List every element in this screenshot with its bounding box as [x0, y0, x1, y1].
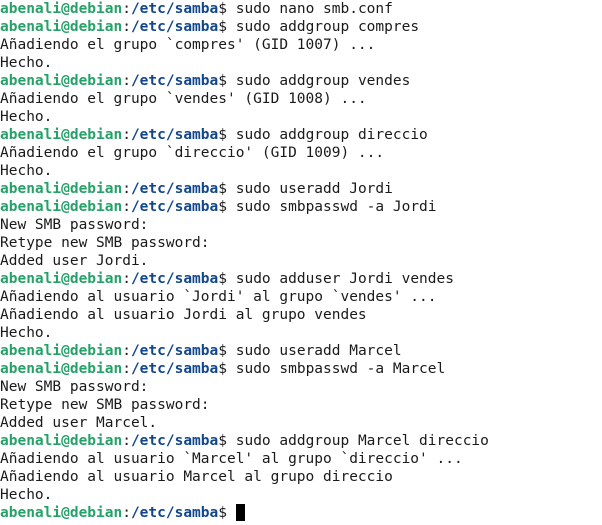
output-line: Hecho. [0, 55, 53, 71]
prompt-separator: : [122, 19, 131, 35]
prompt-dollar: $ [218, 19, 236, 35]
prompt-line: abenali@debian:/etc/samba$ sudo smbpassw… [0, 198, 602, 216]
prompt-user-host: abenali@debian [0, 343, 123, 359]
prompt-dollar: $ [218, 433, 236, 449]
prompt-line: abenali@debian:/etc/samba$ sudo adduser … [0, 270, 602, 288]
cursor-block[interactable] [235, 504, 245, 521]
command-text: sudo smbpasswd -a Jordi [235, 199, 437, 215]
prompt-separator: : [122, 361, 131, 377]
prompt-path: /etc/samba [130, 505, 219, 521]
command-text: sudo adduser Jordi vendes [235, 271, 454, 287]
prompt-line: abenali@debian:/etc/samba$ sudo addgroup… [0, 18, 602, 36]
output-line: Added user Jordi. [0, 253, 149, 269]
prompt-user-host: abenali@debian [0, 361, 123, 377]
output-line: Añadiendo al usuario `Marcel' al grupo `… [0, 451, 463, 467]
output-line: Hecho. [0, 325, 53, 341]
prompt-line: abenali@debian:/etc/samba$ sudo smbpassw… [0, 360, 602, 378]
prompt-dollar: $ [218, 361, 236, 377]
prompt-dollar: $ [218, 343, 236, 359]
prompt-dollar: $ [218, 271, 236, 287]
output-line: Añadiendo al usuario Marcel al grupo dir… [0, 469, 393, 485]
prompt-path: /etc/samba [130, 19, 219, 35]
prompt-path: /etc/samba [130, 127, 219, 143]
prompt-user-host: abenali@debian [0, 1, 123, 17]
prompt-line: abenali@debian:/etc/samba$ sudo addgroup… [0, 126, 602, 144]
prompt-line: abenali@debian:/etc/samba$ sudo addgroup… [0, 432, 602, 450]
prompt-separator: : [122, 343, 131, 359]
prompt-path: /etc/samba [130, 199, 219, 215]
prompt-user-host: abenali@debian [0, 271, 123, 287]
prompt-path: /etc/samba [130, 271, 219, 287]
prompt-dollar: $ [218, 199, 236, 215]
prompt-line: abenali@debian:/etc/samba$ [0, 504, 602, 522]
command-text: sudo addgroup Marcel direccio [235, 433, 489, 449]
prompt-path: /etc/samba [130, 433, 219, 449]
terminal-window[interactable]: abenali@debian:/etc/samba$ sudo nano smb… [0, 0, 602, 525]
output-line: Añadiendo al usuario Jordi al grupo vend… [0, 307, 367, 323]
command-text: sudo addgroup direccio [235, 127, 428, 143]
output-line: Añadiendo el grupo `vendes' (GID 1008) .… [0, 91, 367, 107]
prompt-dollar: $ [218, 73, 236, 89]
prompt-line: abenali@debian:/etc/samba$ sudo addgroup… [0, 72, 602, 90]
prompt-user-host: abenali@debian [0, 505, 123, 521]
prompt-separator: : [122, 127, 131, 143]
output-line: Añadiendo el grupo `compres' (GID 1007) … [0, 37, 376, 53]
prompt-path: /etc/samba [130, 343, 219, 359]
output-line: Añadiendo el grupo `direccio' (GID 1009)… [0, 145, 385, 161]
prompt-separator: : [122, 271, 131, 287]
prompt-line: abenali@debian:/etc/samba$ sudo nano smb… [0, 0, 602, 18]
prompt-separator: : [122, 433, 131, 449]
prompt-user-host: abenali@debian [0, 127, 123, 143]
output-line: Retype new SMB password: [0, 397, 210, 413]
output-line: Hecho. [0, 109, 53, 125]
prompt-path: /etc/samba [130, 361, 219, 377]
prompt-separator: : [122, 505, 131, 521]
prompt-line: abenali@debian:/etc/samba$ sudo useradd … [0, 342, 602, 360]
prompt-path: /etc/samba [130, 73, 219, 89]
command-text: sudo addgroup vendes [235, 73, 411, 89]
output-line: Hecho. [0, 487, 53, 503]
prompt-user-host: abenali@debian [0, 181, 123, 197]
prompt-separator: : [122, 1, 131, 17]
prompt-path: /etc/samba [130, 181, 219, 197]
prompt-dollar: $ [218, 505, 236, 521]
prompt-dollar: $ [218, 127, 236, 143]
prompt-separator: : [122, 181, 131, 197]
command-text: sudo nano smb.conf [235, 1, 393, 17]
command-text: sudo useradd Marcel [235, 343, 402, 359]
prompt-user-host: abenali@debian [0, 199, 123, 215]
output-line: New SMB password: [0, 379, 149, 395]
output-line: Retype new SMB password: [0, 235, 210, 251]
command-text: sudo smbpasswd -a Marcel [235, 361, 446, 377]
prompt-path: /etc/samba [130, 1, 219, 17]
prompt-user-host: abenali@debian [0, 19, 123, 35]
output-line: Added user Marcel. [0, 415, 158, 431]
command-text: sudo addgroup compres [235, 19, 420, 35]
prompt-user-host: abenali@debian [0, 73, 123, 89]
prompt-dollar: $ [218, 181, 236, 197]
prompt-separator: : [122, 199, 131, 215]
command-text: sudo useradd Jordi [235, 181, 393, 197]
prompt-line: abenali@debian:/etc/samba$ sudo useradd … [0, 180, 602, 198]
output-line: Hecho. [0, 163, 53, 179]
output-line: New SMB password: [0, 217, 149, 233]
output-line: Añadiendo al usuario `Jordi' al grupo `v… [0, 289, 437, 305]
prompt-user-host: abenali@debian [0, 433, 123, 449]
prompt-separator: : [122, 73, 131, 89]
prompt-dollar: $ [218, 1, 236, 17]
